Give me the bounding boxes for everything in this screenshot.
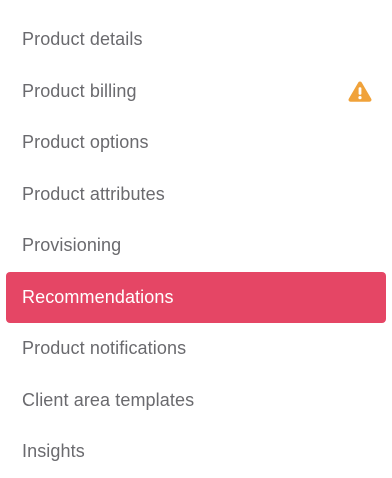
nav-item-product-notifications[interactable]: Product notifications <box>6 323 386 375</box>
nav-item-recommendations[interactable]: Recommendations <box>6 271 386 323</box>
nav-item-label: Client area templates <box>22 389 195 410</box>
nav-item-client-area-templates[interactable]: Client area templates <box>6 375 386 427</box>
nav-item-label: Product billing <box>22 80 137 101</box>
nav-item-label: Product attributes <box>22 183 165 204</box>
nav-item-product-details[interactable]: Product details <box>6 14 386 66</box>
warning-icon <box>348 81 372 103</box>
product-settings-nav: Product details Product billing Product … <box>6 14 386 478</box>
nav-item-label: Provisioning <box>22 235 122 256</box>
nav-item-product-options[interactable]: Product options <box>6 117 386 169</box>
nav-item-product-attributes[interactable]: Product attributes <box>6 169 386 221</box>
nav-item-label: Product notifications <box>22 338 187 359</box>
nav-item-label: Product options <box>22 132 149 153</box>
nav-item-product-billing[interactable]: Product billing <box>6 66 386 118</box>
nav-item-provisioning[interactable]: Provisioning <box>6 220 386 272</box>
nav-item-label: Product details <box>22 29 143 50</box>
nav-item-label: Insights <box>22 441 85 462</box>
nav-item-label: Recommendations <box>22 286 174 307</box>
